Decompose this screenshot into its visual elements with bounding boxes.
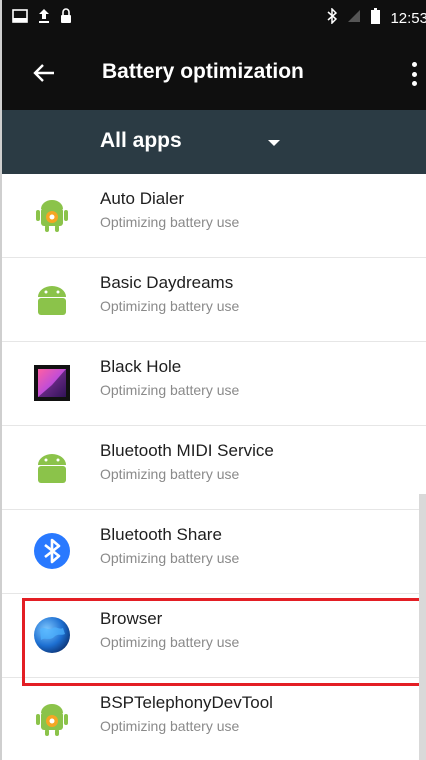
bluetooth-icon [32,531,72,571]
page-title: Battery optimization [102,60,304,83]
app-list-item[interactable]: BSPTelephonyDevTool Optimizing battery u… [2,678,426,760]
scrollbar[interactable] [419,494,426,760]
app-list-item[interactable]: Auto Dialer Optimizing battery use [2,174,426,258]
android-icon [32,447,72,487]
more-vert-icon[interactable] [412,62,418,86]
globe-icon [32,615,72,655]
black-hole-icon [32,363,72,403]
app-name: Auto Dialer [100,189,185,208]
android-gear-icon [32,699,72,739]
app-status: Optimizing battery use [100,298,240,314]
app-status: Optimizing battery use [100,382,240,398]
app-list-item-highlighted[interactable]: Browser Optimizing battery use [2,594,426,678]
app-list-item[interactable]: Black Hole Optimizing battery use [2,342,426,426]
app-name: Basic Daydreams [100,273,234,292]
app-name: Bluetooth Share [100,525,222,544]
status-left-icons [12,8,72,29]
filter-selected-label: All apps [100,129,182,152]
app-list-item[interactable]: Bluetooth MIDI Service Optimizing batter… [2,426,426,510]
app-list-item[interactable]: Basic Daydreams Optimizing battery use [2,258,426,342]
app-name: BSPTelephonyDevTool [100,693,273,712]
app-name: Black Hole [100,357,182,376]
battery-icon [371,8,381,29]
bluetooth-icon [327,7,338,29]
device-screen: 12:53 Battery optimization All apps Auto… [0,0,426,760]
lock-icon [60,8,72,29]
app-list-item[interactable]: Bluetooth Share Optimizing battery use [2,510,426,594]
no-signal-icon [347,9,361,28]
dropdown-arrow-icon [268,140,280,146]
status-right-icons: 12:53 [327,7,426,29]
filter-dropdown[interactable]: All apps [2,110,426,174]
android-icon [32,279,72,319]
app-name: Bluetooth MIDI Service [100,441,274,460]
app-status: Optimizing battery use [100,466,240,482]
upload-icon [38,8,50,29]
app-status: Optimizing battery use [100,718,240,734]
app-status: Optimizing battery use [100,550,240,566]
app-name: Browser [100,609,163,628]
clock: 12:53 [390,10,426,27]
arrow-left-icon[interactable] [32,60,58,86]
app-status: Optimizing battery use [100,634,240,650]
status-bar: 12:53 [2,0,426,38]
android-gear-icon [32,195,72,235]
app-status: Optimizing battery use [100,214,240,230]
app-bar: Battery optimization [2,38,426,110]
screenshot-icon [12,9,28,28]
